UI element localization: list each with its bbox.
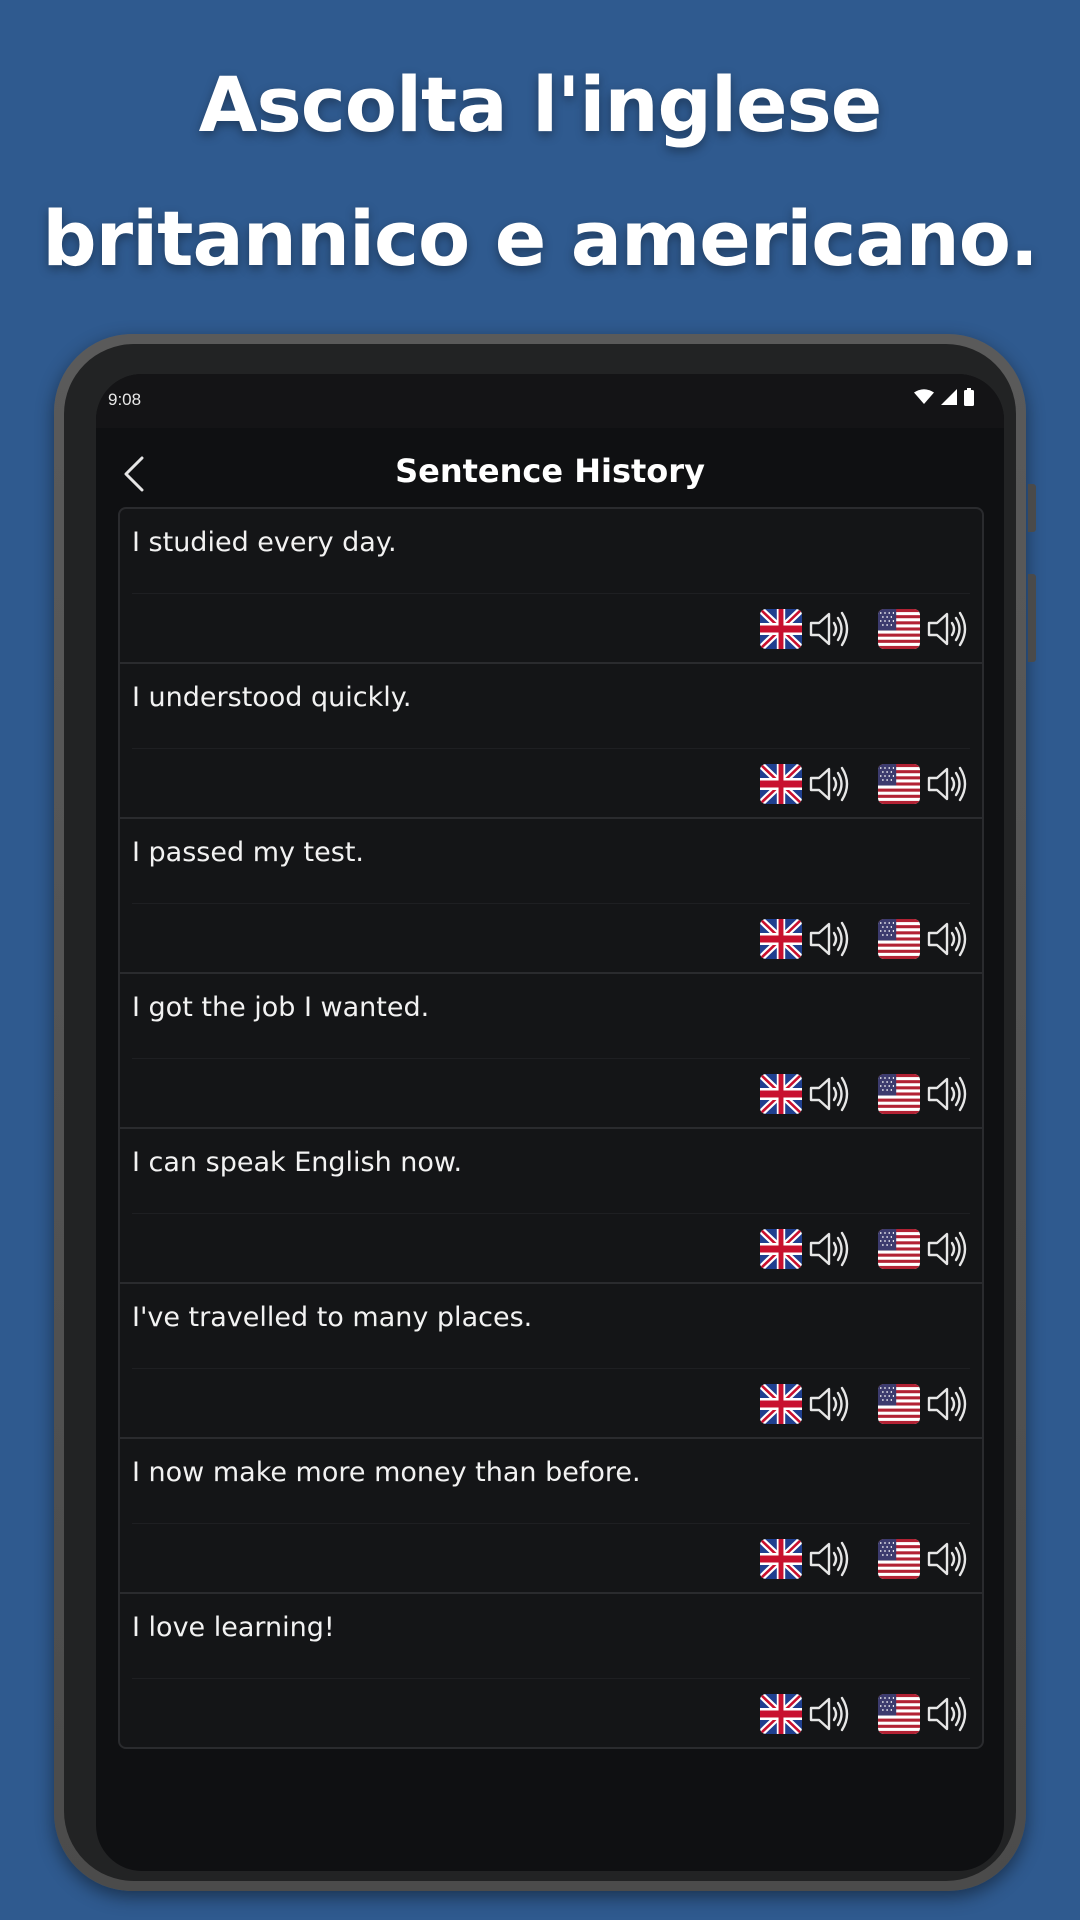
status-bar: 9:08	[96, 374, 1004, 428]
speaker-icon	[809, 1541, 849, 1577]
play-us-button[interactable]	[878, 1694, 970, 1734]
sentence-text: I now make more money than before.	[132, 1457, 641, 1488]
play-us-button[interactable]	[878, 1539, 970, 1579]
sentence-row: I got the job I wanted.	[120, 974, 982, 1129]
tablet-frame: 9:08 Sentence History I studied every da…	[54, 334, 1036, 1891]
row-divider	[132, 1523, 970, 1524]
play-us-button[interactable]	[878, 609, 970, 649]
speaker-icon	[927, 921, 967, 957]
audio-buttons	[734, 609, 970, 649]
us-flag-icon	[878, 1384, 920, 1424]
speaker-icon	[927, 1541, 967, 1577]
us-flag-icon	[878, 1074, 920, 1114]
row-divider	[132, 748, 970, 749]
play-us-button[interactable]	[878, 919, 970, 959]
speaker-icon	[809, 611, 849, 647]
signal-icon	[941, 389, 957, 405]
speaker-icon	[927, 1696, 967, 1732]
audio-buttons	[734, 1384, 970, 1424]
tablet-bezel: 9:08 Sentence History I studied every da…	[64, 344, 1016, 1881]
status-time: 9:08	[108, 390, 142, 409]
row-divider	[132, 1213, 970, 1214]
sentence-row: I've travelled to many places.	[120, 1284, 982, 1439]
uk-flag-icon	[760, 764, 802, 804]
sentence-text: I studied every day.	[132, 527, 397, 558]
us-flag-icon	[878, 609, 920, 649]
volume-button	[1028, 484, 1036, 532]
headline: Ascolta l'inglese britannico e americano…	[0, 38, 1080, 306]
app-screen: 9:08 Sentence History I studied every da…	[96, 374, 1004, 1871]
speaker-icon	[809, 1386, 849, 1422]
headline-line-2: britannico e americano.	[42, 194, 1039, 283]
sentence-row: I love learning!	[120, 1594, 982, 1747]
uk-flag-icon	[760, 1074, 802, 1114]
speaker-icon	[927, 766, 967, 802]
sentence-row: I now make more money than before.	[120, 1439, 982, 1594]
play-uk-button[interactable]	[760, 764, 852, 804]
us-flag-icon	[878, 1694, 920, 1734]
speaker-icon	[809, 766, 849, 802]
sentence-text: I love learning!	[132, 1612, 335, 1643]
row-divider	[132, 903, 970, 904]
audio-buttons	[734, 1694, 970, 1734]
play-uk-button[interactable]	[760, 1694, 852, 1734]
sentence-text: I got the job I wanted.	[132, 992, 430, 1023]
speaker-icon	[809, 921, 849, 957]
row-divider	[132, 593, 970, 594]
uk-flag-icon	[760, 609, 802, 649]
speaker-icon	[809, 1696, 849, 1732]
speaker-icon	[809, 1076, 849, 1112]
play-uk-button[interactable]	[760, 1384, 852, 1424]
uk-flag-icon	[760, 1539, 802, 1579]
audio-buttons	[734, 919, 970, 959]
us-flag-icon	[878, 1229, 920, 1269]
play-uk-button[interactable]	[760, 919, 852, 959]
uk-flag-icon	[760, 1694, 802, 1734]
speaker-icon	[927, 1231, 967, 1267]
us-flag-icon	[878, 919, 920, 959]
row-divider	[132, 1368, 970, 1369]
status-icons	[914, 388, 974, 406]
us-flag-icon	[878, 1539, 920, 1579]
speaker-icon	[927, 1386, 967, 1422]
power-button	[1028, 574, 1036, 662]
uk-flag-icon	[760, 1229, 802, 1269]
play-uk-button[interactable]	[760, 1229, 852, 1269]
row-divider	[132, 1678, 970, 1679]
page-title: Sentence History	[395, 452, 705, 490]
play-uk-button[interactable]	[760, 1539, 852, 1579]
sentence-text: I can speak English now.	[132, 1147, 463, 1178]
us-flag-icon	[878, 764, 920, 804]
play-uk-button[interactable]	[760, 1074, 852, 1114]
play-us-button[interactable]	[878, 764, 970, 804]
speaker-icon	[927, 611, 967, 647]
sentence-row: I understood quickly.	[120, 664, 982, 819]
speaker-icon	[809, 1231, 849, 1267]
row-divider	[132, 1058, 970, 1059]
sentence-row: I can speak English now.	[120, 1129, 982, 1284]
sentence-list: I studied every day. I understood quickl…	[118, 507, 984, 1749]
audio-buttons	[734, 1074, 970, 1114]
headline-line-1: Ascolta l'inglese	[198, 60, 883, 149]
sentence-text: I've travelled to many places.	[132, 1302, 533, 1333]
uk-flag-icon	[760, 919, 802, 959]
play-us-button[interactable]	[878, 1384, 970, 1424]
play-uk-button[interactable]	[760, 609, 852, 649]
play-us-button[interactable]	[878, 1074, 970, 1114]
sentence-text: I understood quickly.	[132, 682, 412, 713]
uk-flag-icon	[760, 1384, 802, 1424]
speaker-icon	[927, 1076, 967, 1112]
play-us-button[interactable]	[878, 1229, 970, 1269]
sentence-text: I passed my test.	[132, 837, 364, 868]
audio-buttons	[734, 1229, 970, 1269]
audio-buttons	[734, 764, 970, 804]
sentence-row: I studied every day.	[120, 509, 982, 664]
audio-buttons	[734, 1539, 970, 1579]
battery-icon	[964, 388, 974, 406]
wifi-icon	[914, 389, 934, 404]
sentence-row: I passed my test.	[120, 819, 982, 974]
